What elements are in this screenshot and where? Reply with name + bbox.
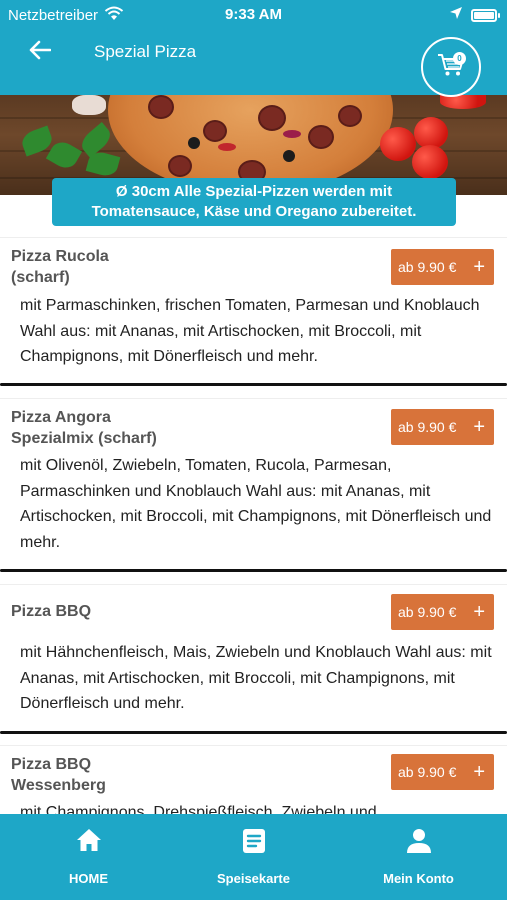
info-line-1: Ø 30cm Alle Spezial-Pizzen werden mit (115, 183, 393, 200)
cart-count-badge: 0 (453, 52, 466, 65)
home-icon (4, 828, 173, 856)
user-icon (334, 828, 503, 856)
location-arrow-icon (449, 6, 463, 24)
item-price: ab 9.90 € (398, 419, 457, 435)
plus-icon: + (473, 761, 485, 783)
menu-list-icon (169, 828, 338, 856)
tab-speisekarte-label: Speisekarte (217, 871, 290, 886)
add-to-cart-button[interactable]: ab 9.90 € + (391, 409, 494, 445)
plus-icon: + (473, 256, 485, 278)
menu-item[interactable]: Pizza Rucola (scharf) ab 9.90 € + mit Pa… (0, 237, 507, 386)
item-name: Pizza BBQ (11, 603, 92, 620)
item-name: Pizza BBQ Wessenberg (11, 756, 106, 794)
plus-icon: + (473, 416, 485, 438)
battery-icon (471, 8, 500, 22)
status-bar: Netzbetreiber 9:33 AM (0, 0, 507, 30)
add-to-cart-button[interactable]: ab 9.90 € + (391, 754, 494, 790)
tab-home-label: HOME (69, 871, 108, 886)
info-line-2: Tomatensauce, Käse und Oregano zubereite… (91, 203, 417, 220)
menu-item[interactable]: Pizza Angora Spezialmix (scharf) ab 9.90… (0, 398, 507, 572)
plus-icon: + (473, 601, 485, 623)
item-price: ab 9.90 € (398, 764, 457, 780)
item-description: mit Parmaschinken, frischen Tomaten, Par… (20, 297, 480, 365)
app-header: Netzbetreiber 9:33 AM Spezial Pizza 0 (0, 0, 507, 97)
cart-button[interactable]: 0 (421, 37, 481, 97)
item-description: mit Olivenöl, Zwiebeln, Tomaten, Rucola,… (20, 457, 492, 551)
tab-account[interactable]: Mein Konto (334, 814, 503, 900)
status-right-group (449, 6, 500, 24)
item-description: mit Hähnchenfleisch, Mais, Zwiebeln und … (20, 644, 492, 712)
status-time: 9:33 AM (225, 6, 282, 23)
nav-bar: Spezial Pizza 0 (0, 30, 507, 97)
menu-item[interactable]: Pizza BBQ ab 9.90 € + mit Hähnchenfleisc… (0, 584, 507, 734)
item-price: ab 9.90 € (398, 604, 457, 620)
item-price: ab 9.90 € (398, 259, 457, 275)
back-arrow-icon (29, 40, 52, 65)
back-button[interactable] (24, 38, 56, 66)
item-name: Pizza Rucola (scharf) (11, 248, 109, 286)
tab-speisekarte[interactable]: Speisekarte (169, 814, 338, 900)
category-info-box: Ø 30cm Alle Spezial-Pizzen werden mit To… (52, 178, 456, 226)
tab-account-label: Mein Konto (383, 871, 454, 886)
page-title: Spezial Pizza (94, 42, 197, 61)
bottom-tab-bar: HOME Speisekarte Mein Konto (0, 814, 507, 900)
add-to-cart-button[interactable]: ab 9.90 € + (391, 594, 494, 630)
tab-home[interactable]: HOME (4, 814, 173, 900)
item-name: Pizza Angora Spezialmix (scharf) (11, 409, 157, 447)
add-to-cart-button[interactable]: ab 9.90 € + (391, 249, 494, 285)
